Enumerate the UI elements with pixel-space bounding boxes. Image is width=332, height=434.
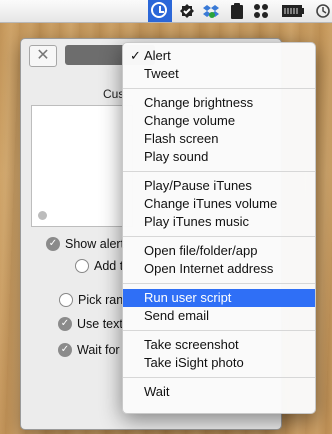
menu-item-label: Run user script	[144, 290, 232, 305]
apps-grid-icon[interactable]	[252, 2, 270, 20]
use-text-label: Use text	[77, 317, 123, 331]
menu-item-label: Wait	[144, 384, 170, 399]
checkbox-checked-icon[interactable]: ✓	[58, 343, 72, 357]
menu-item-label: Alert	[144, 48, 171, 63]
menu-separator	[123, 283, 315, 284]
menu-separator	[123, 330, 315, 331]
add-label: Add t	[94, 259, 124, 273]
menu-item-label: Flash screen	[144, 131, 219, 146]
radio-icon[interactable]	[75, 259, 89, 273]
menu-item-play-sound[interactable]: Play sound	[123, 148, 315, 166]
menu-item-take-screenshot[interactable]: Take screenshot	[123, 336, 315, 354]
clock-icon	[151, 2, 167, 18]
add-option[interactable]: Add t	[75, 259, 123, 273]
menu-item-wait[interactable]: Wait	[123, 383, 315, 401]
clipboard-icon[interactable]	[228, 2, 246, 20]
menu-separator	[123, 377, 315, 378]
radio-icon[interactable]	[59, 293, 73, 307]
use-text-option[interactable]: ✓ Use text	[58, 317, 123, 331]
menu-item-label: Open file/folder/app	[144, 243, 258, 258]
battery-icon[interactable]	[282, 2, 304, 20]
menu-item-change-itunes-volume[interactable]: Change iTunes volume	[123, 195, 315, 213]
menu-item-label: Tweet	[144, 66, 179, 81]
checkbox-checked-icon[interactable]: ✓	[58, 317, 72, 331]
menu-separator	[123, 171, 315, 172]
menu-separator	[123, 88, 315, 89]
menu-item-label: Play/Pause iTunes	[144, 178, 252, 193]
menu-separator	[123, 236, 315, 237]
menu-item-change-brightness[interactable]: Change brightness	[123, 94, 315, 112]
menu-item-alert[interactable]: ✓ Alert	[123, 47, 315, 65]
pick-random-option[interactable]: Pick ran	[59, 293, 123, 307]
menu-bar	[0, 0, 332, 23]
dropbox-icon[interactable]	[202, 2, 220, 20]
menu-item-label: Change volume	[144, 113, 236, 128]
checkmark-icon: ✓	[130, 48, 141, 63]
menu-item-label: Take screenshot	[144, 337, 239, 352]
menu-item-label: Play sound	[144, 149, 209, 164]
menu-item-label: Change iTunes volume	[144, 196, 278, 211]
menu-item-label: Take iSight photo	[144, 355, 244, 370]
menu-item-label: Send email	[144, 308, 210, 323]
close-button[interactable]: ✕	[29, 45, 57, 67]
wait-for-label: Wait for	[77, 343, 120, 357]
checkmark-badge-icon[interactable]	[178, 2, 196, 20]
action-menu: ✓ Alert Tweet Change brightness Change v…	[122, 42, 316, 414]
menu-item-take-isight-photo[interactable]: Take iSight photo	[123, 354, 315, 372]
resize-grip-icon[interactable]	[38, 211, 47, 220]
pick-random-label: Pick ran	[78, 293, 124, 307]
menu-item-flash-screen[interactable]: Flash screen	[123, 130, 315, 148]
show-alert-label: Show alert	[65, 237, 125, 251]
menu-item-label: Play iTunes music	[144, 214, 249, 229]
menu-item-open-file[interactable]: Open file/folder/app	[123, 242, 315, 260]
app-status-item[interactable]	[148, 0, 172, 22]
menu-item-open-internet-address[interactable]: Open Internet address	[123, 260, 315, 278]
menu-item-play-pause-itunes[interactable]: Play/Pause iTunes	[123, 177, 315, 195]
show-alert-option[interactable]: ✓ Show alert	[46, 237, 124, 251]
menu-item-run-user-script[interactable]: Run user script	[123, 289, 315, 307]
menu-item-change-volume[interactable]: Change volume	[123, 112, 315, 130]
wait-for-option[interactable]: ✓ Wait for	[58, 343, 120, 357]
message-textarea[interactable]	[31, 105, 133, 227]
menu-item-tweet[interactable]: Tweet	[123, 65, 315, 83]
time-machine-icon[interactable]	[314, 2, 332, 20]
menu-item-send-email[interactable]: Send email	[123, 307, 315, 325]
menu-item-label: Open Internet address	[144, 261, 274, 276]
menu-item-play-itunes-music[interactable]: Play iTunes music	[123, 213, 315, 231]
menu-item-label: Change brightness	[144, 95, 254, 110]
checkbox-checked-icon[interactable]: ✓	[46, 237, 60, 251]
